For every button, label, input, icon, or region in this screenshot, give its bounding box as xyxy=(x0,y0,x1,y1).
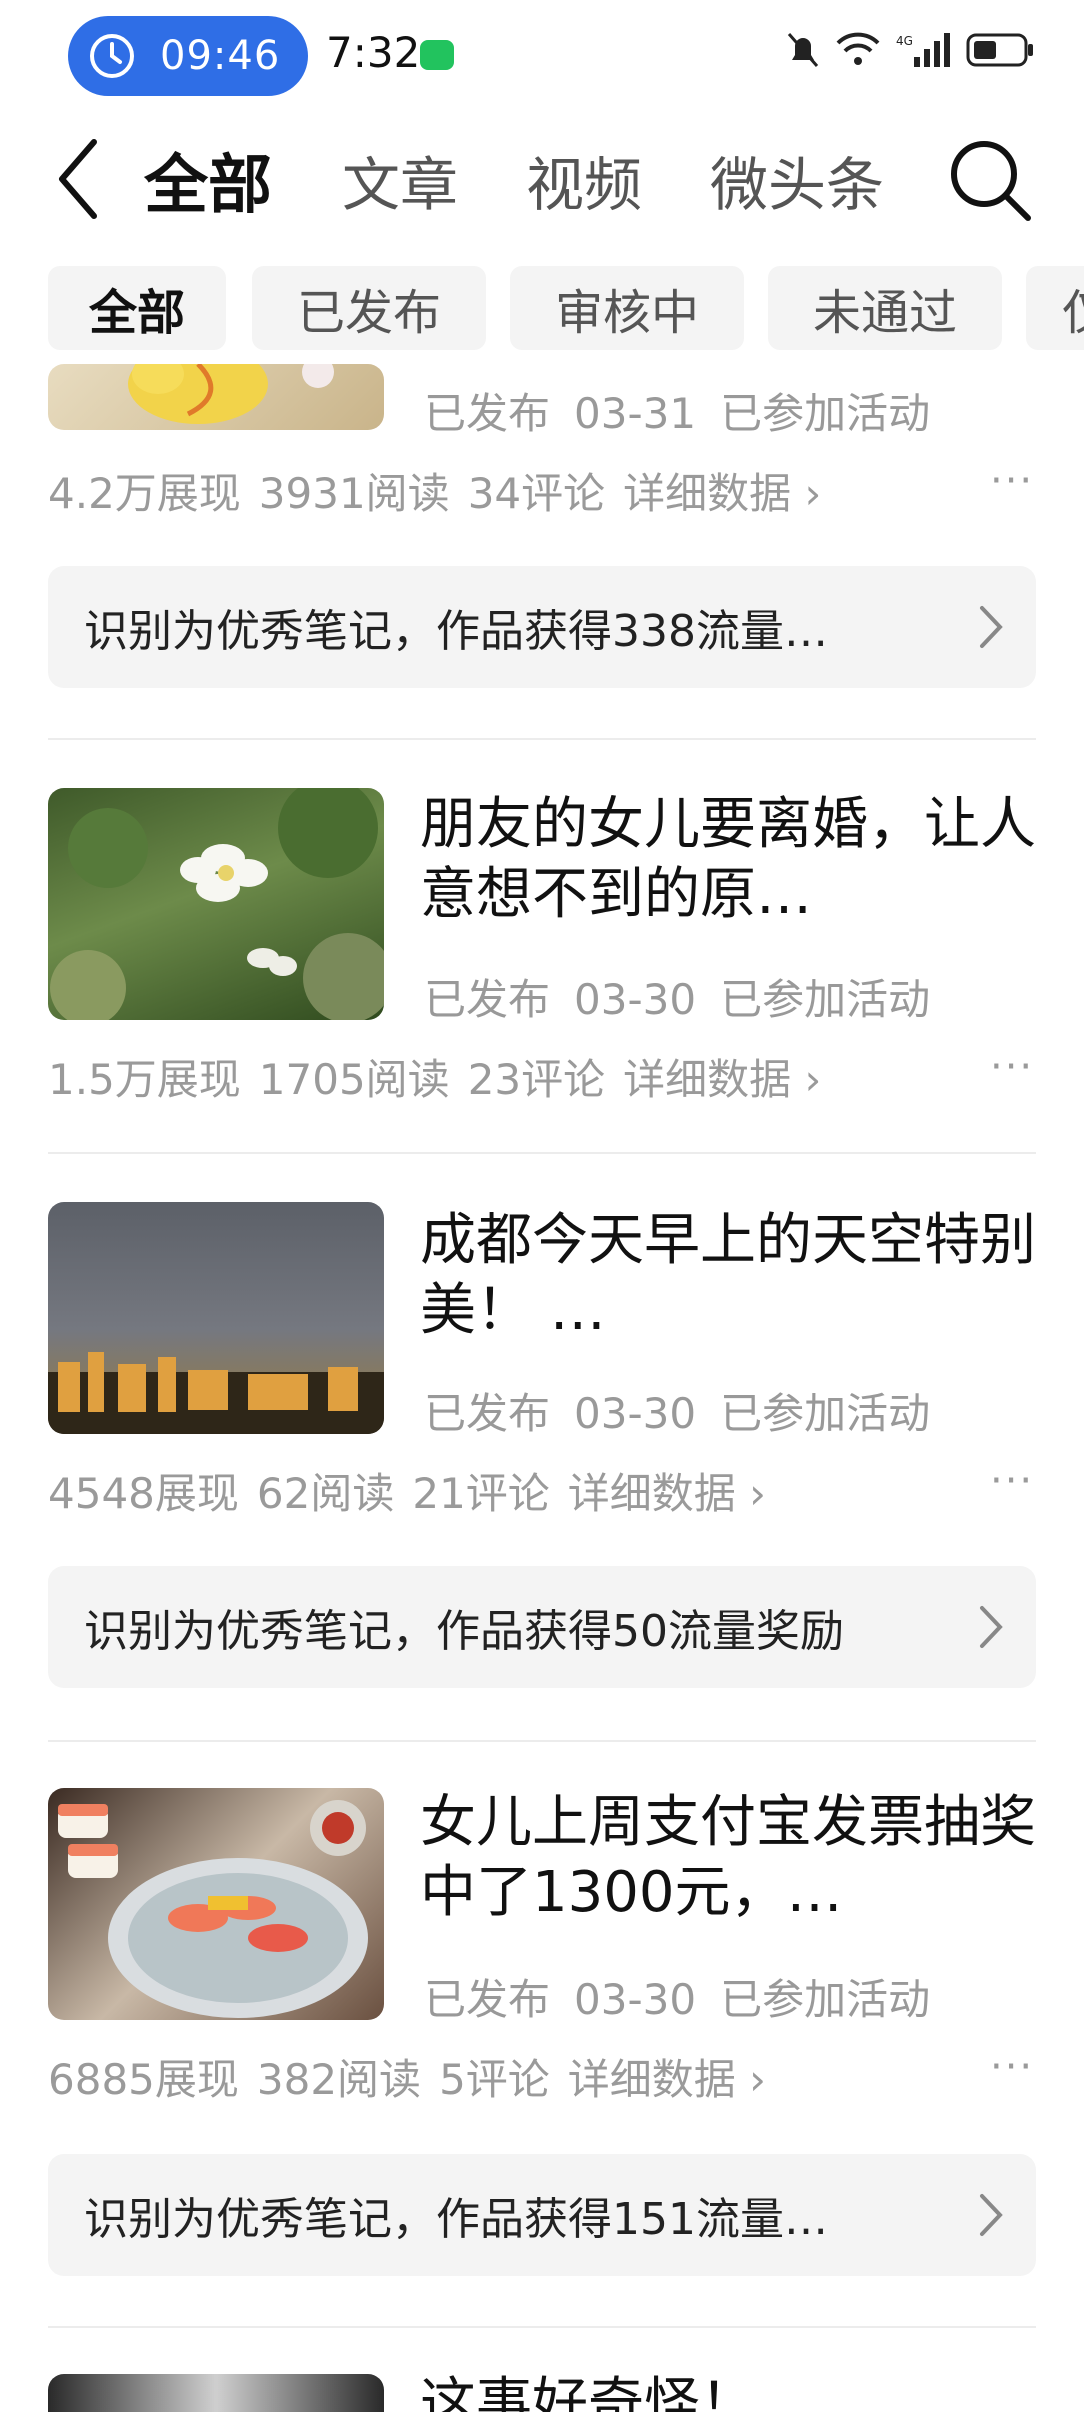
status-label: 已发布 xyxy=(424,1975,551,2024)
post-title[interactable]: 这事好奇怪！ xyxy=(420,2370,1040,2412)
comments-count: 23评论 xyxy=(467,1055,606,1104)
post-meta: 已发布 03-30 已参加活动 xyxy=(424,1966,954,2027)
post-meta: 已发布 03-30 已参加活动 xyxy=(424,1380,954,1441)
reads-count: 3931阅读 xyxy=(258,469,450,518)
reward-banner[interactable]: 识别为优秀笔记，作品获得338流量… xyxy=(48,566,1036,688)
comments-count: 5评论 xyxy=(439,2055,550,2104)
detail-data-link[interactable]: 详细数据 › xyxy=(623,469,821,518)
more-options-icon[interactable]: ··· xyxy=(990,1044,1034,1090)
status-label: 已发布 xyxy=(424,389,551,438)
post-stats: 6885展现 382阅读 5评论 详细数据 › xyxy=(48,2046,784,2107)
more-options-icon[interactable]: ··· xyxy=(990,2044,1034,2090)
impressions-count: 4.2万展现 xyxy=(48,469,241,518)
city-sky-photo xyxy=(48,1352,384,1434)
activity-label: 已参加活动 xyxy=(720,389,931,438)
tab-all[interactable]: 全部 xyxy=(144,134,272,226)
wifi-icon xyxy=(836,32,880,65)
chevron-right-icon xyxy=(980,2194,1003,2236)
activity-label: 已参加活动 xyxy=(720,1389,931,1438)
sashimi-photo xyxy=(58,1800,368,2018)
impressions-count: 4548展现 xyxy=(48,1469,239,1518)
post-thumbnail[interactable] xyxy=(48,788,384,1020)
back-arrow-icon[interactable] xyxy=(50,134,110,224)
more-options-icon[interactable]: ··· xyxy=(990,458,1034,504)
chevron-right-icon xyxy=(980,606,1003,648)
flower-photo xyxy=(50,788,384,1020)
mute-bell-icon xyxy=(787,33,819,67)
wechat-icon xyxy=(420,40,454,70)
post-stats: 4.2万展现 3931阅读 34评论 详细数据 › xyxy=(48,460,839,521)
filter-under-review[interactable]: 审核中 xyxy=(510,266,744,350)
reward-text: 识别为优秀笔记，作品获得151流量… xyxy=(84,2194,828,2245)
activity-label: 已参加活动 xyxy=(720,1975,931,2024)
filter-rejected[interactable]: 未通过 xyxy=(768,266,1002,350)
date-label: 03-31 xyxy=(574,389,697,438)
divider xyxy=(48,1152,1036,1154)
filter-only[interactable]: 仅 xyxy=(1026,266,1084,350)
system-icons: 4G xyxy=(786,30,1036,70)
post-title[interactable]: 朋友的女儿要离婚，让人意想不到的原… xyxy=(420,790,1040,930)
post-thumbnail[interactable] xyxy=(48,1788,384,2020)
date-label: 03-30 xyxy=(574,1389,697,1438)
post-title[interactable]: 成都今天早上的天空特别美！ … xyxy=(420,1206,1040,1346)
clock: 7:32 xyxy=(326,28,421,77)
filter-published[interactable]: 已发布 xyxy=(252,266,486,350)
reward-text: 识别为优秀笔记，作品获得338流量… xyxy=(84,606,828,657)
chevron-right-icon xyxy=(980,1606,1003,1648)
tab-micro-posts[interactable]: 微头条 xyxy=(710,138,884,222)
reward-banner[interactable]: 识别为优秀笔记，作品获得151流量… xyxy=(48,2154,1036,2276)
post-title[interactable]: 女儿上周支付宝发票抽奖中了1300元，… xyxy=(420,1788,1040,1928)
search-icon[interactable] xyxy=(944,134,1034,224)
detail-data-link[interactable]: 详细数据 › xyxy=(568,2055,766,2104)
date-label: 03-30 xyxy=(574,1975,697,2024)
impressions-count: 1.5万展现 xyxy=(48,1055,241,1104)
divider xyxy=(48,2326,1036,2328)
detail-data-link[interactable]: 详细数据 › xyxy=(623,1055,821,1104)
divider xyxy=(48,1740,1036,1742)
activity-label: 已参加活动 xyxy=(720,975,931,1024)
battery-icon xyxy=(966,33,1033,67)
cartoon-image xyxy=(128,364,334,424)
reads-count: 62阅读 xyxy=(256,1469,395,1518)
post-stats: 4548展现 62阅读 21评论 详细数据 › xyxy=(48,1460,784,1521)
tab-articles[interactable]: 文章 xyxy=(342,138,458,222)
reads-count: 382阅读 xyxy=(256,2055,422,2104)
reads-count: 1705阅读 xyxy=(258,1055,450,1104)
impressions-count: 6885展现 xyxy=(48,2055,239,2104)
post-stats: 1.5万展现 1705阅读 23评论 详细数据 › xyxy=(48,1046,839,1107)
comments-count: 21评论 xyxy=(412,1469,550,1518)
comments-count: 34评论 xyxy=(467,469,606,518)
reward-banner[interactable]: 识别为优秀笔记，作品获得50流量奖励 xyxy=(48,1566,1036,1688)
svg-text:4G: 4G xyxy=(896,34,913,48)
status-label: 已发布 xyxy=(424,975,551,1024)
call-timer-pill[interactable]: 09:46 xyxy=(68,16,308,96)
post-thumbnail[interactable] xyxy=(48,2374,384,2412)
timer-text: 09:46 xyxy=(160,33,281,79)
filter-all[interactable]: 全部 xyxy=(48,266,226,350)
post-thumbnail[interactable] xyxy=(48,1202,384,1434)
post-meta: 已发布 03-30 已参加活动 xyxy=(424,966,954,1027)
status-bar: 09:46 7:32 4G xyxy=(0,0,1084,110)
tab-videos[interactable]: 视频 xyxy=(526,138,642,222)
post-meta: 已发布 03-31 已参加活动 xyxy=(424,380,954,441)
reward-text: 识别为优秀笔记，作品获得50流量奖励 xyxy=(84,1606,844,1657)
post-thumbnail[interactable] xyxy=(48,364,384,430)
divider xyxy=(48,738,1036,740)
signal-icon: 4G xyxy=(896,33,950,67)
detail-data-link[interactable]: 详细数据 › xyxy=(568,1469,766,1518)
timer-icon xyxy=(90,34,134,78)
date-label: 03-30 xyxy=(574,975,697,1024)
more-options-icon[interactable]: ··· xyxy=(990,1458,1034,1504)
status-label: 已发布 xyxy=(424,1389,551,1438)
